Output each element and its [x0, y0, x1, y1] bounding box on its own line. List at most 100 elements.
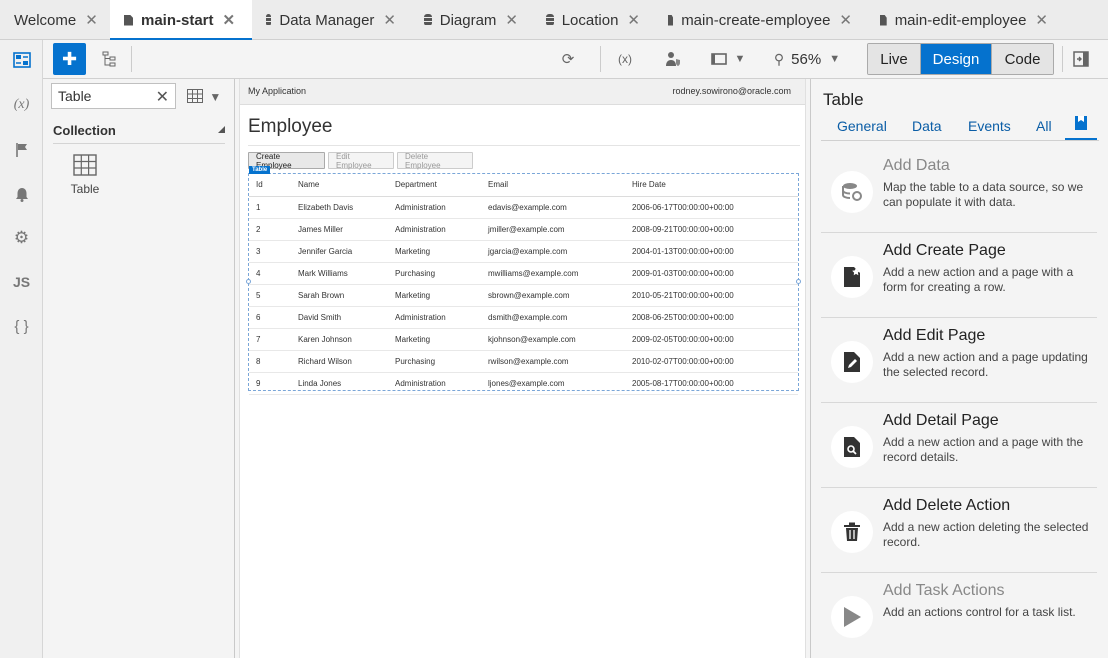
table-row[interactable]: 2 James Miller Administration jmiller@examp… [249, 218, 798, 241]
close-icon[interactable]: ✕ [383, 11, 396, 29]
page-title[interactable]: Employee [248, 116, 333, 138]
cell-email: rwilson@example.com [481, 350, 625, 373]
edit-page-icon [831, 341, 873, 383]
quick-start-add-detail-page[interactable]: Add Detail Page Add a new action and a p… [821, 403, 1097, 488]
rail-json[interactable]: { } [0, 311, 43, 341]
app-header: My Application rodney.sowirono@oracle.co… [240, 79, 805, 105]
prop-tab-general[interactable]: General [837, 118, 887, 134]
tree-structure-icon [102, 51, 116, 67]
table-row[interactable]: 8 Richard Wilson Purchasing rwilson@example… [249, 350, 798, 373]
tab-data-manager[interactable]: Data Manager ✕ [252, 0, 410, 40]
table-header-row: Id Name Department Email Hire Date [249, 174, 798, 197]
user-name: rodney.sowirono@oracle.com [672, 86, 791, 96]
clear-search-icon[interactable]: ✕ [156, 87, 169, 107]
quick-start-add-create-page[interactable]: Add Create Page Add a new action and a p… [821, 233, 1097, 318]
close-icon[interactable]: ✕ [839, 11, 852, 29]
cell-id: 4 [249, 262, 291, 285]
design-mode-button[interactable]: Design [921, 44, 992, 74]
rail-javascript[interactable]: JS [0, 267, 43, 297]
quick-start-add-delete-action[interactable]: Add Delete Action Add a new action delet… [821, 488, 1097, 573]
tab-label: main-start [141, 11, 214, 29]
prop-tab-data[interactable]: Data [912, 118, 942, 134]
table-row[interactable]: 5 Sarah Brown Marketing sbrown@example.com 2… [249, 284, 798, 307]
cell-name: Mark Williams [291, 262, 388, 285]
cell-hire-date: 2010-05-21T00:00:00+00:00 [625, 284, 798, 307]
tab-location[interactable]: Location ✕ [532, 0, 654, 40]
prop-tab-all[interactable]: All [1036, 118, 1052, 134]
table-row[interactable]: 6 David Smith Administration dsmith@example… [249, 306, 798, 329]
flag-icon [15, 143, 27, 157]
zoom-value: 56% [791, 50, 822, 68]
collapse-triangle-icon [218, 126, 225, 133]
close-icon[interactable]: ✕ [223, 11, 236, 29]
user-roles-button[interactable] [660, 43, 686, 75]
prop-tab-quick-start[interactable] [1065, 115, 1097, 141]
category-label: Collection [53, 123, 116, 138]
close-icon[interactable]: ✕ [85, 11, 98, 29]
rail-settings[interactable]: ⚙ [0, 223, 43, 253]
edit-employee-button[interactable]: Edit Employee [328, 152, 394, 170]
refresh-button[interactable]: ⟳ [555, 43, 581, 75]
table-row[interactable]: 9 Linda Jones Administration ljones@example… [249, 372, 798, 395]
quick-start-title: Add Create Page [883, 242, 1006, 259]
close-icon[interactable]: ✕ [505, 11, 518, 29]
rail-page-structure[interactable] [0, 45, 43, 75]
component-label: Table [70, 182, 100, 196]
palette-view-select[interactable]: ▼ [187, 89, 221, 106]
structure-toggle-button[interactable] [96, 43, 122, 75]
quick-start-add-edit-page[interactable]: Add Edit Page Add a new action and a pag… [821, 318, 1097, 403]
component-search: ✕ [51, 83, 176, 109]
page-icon [124, 14, 133, 26]
delete-employee-button[interactable]: Delete Employee [397, 152, 473, 170]
tab-welcome[interactable]: Welcome ✕ [0, 0, 110, 40]
cell-email: dsmith@example.com [481, 306, 625, 329]
column-header-name[interactable]: Name [291, 174, 388, 197]
monitor-icon [710, 53, 727, 65]
zoom-select[interactable]: ⚲ 56% ▼ [769, 43, 845, 75]
prop-tab-events[interactable]: Events [968, 118, 1011, 134]
cell-department: Administration [388, 218, 481, 241]
code-mode-button[interactable]: Code [992, 44, 1053, 74]
cell-name: Karen Johnson [291, 328, 388, 351]
column-header-email[interactable]: Email [481, 174, 625, 197]
tab-main-edit-employee[interactable]: main-edit-employee ✕ [866, 0, 1062, 40]
table-row[interactable]: 4 Mark Williams Purchasing mwilliams@exampl… [249, 262, 798, 285]
tab-main-create-employee[interactable]: main-create-employee ✕ [654, 0, 866, 40]
column-header-id[interactable]: Id [249, 174, 291, 197]
close-icon[interactable]: ✕ [1035, 11, 1048, 29]
components-toggle-button[interactable]: ✚ [53, 43, 86, 75]
variables-button[interactable]: (x) [612, 43, 638, 75]
quick-start-add-data[interactable]: Add Data Map the table to a data source,… [821, 148, 1097, 233]
column-header-department[interactable]: Department [388, 174, 481, 197]
cell-name: Linda Jones [291, 372, 388, 395]
rail-variables[interactable]: (x) [0, 90, 43, 120]
rail-events[interactable] [0, 179, 43, 209]
employee-table-selection[interactable]: Table Id Name Department Email Hire Date… [246, 166, 801, 395]
page-preview: My Application rodney.sowirono@oracle.co… [239, 79, 806, 658]
table-row[interactable]: 1 Elizabeth Davis Administration edavis@exa… [249, 196, 798, 219]
column-header-hire-date[interactable]: Hire Date [625, 174, 798, 197]
device-size-select[interactable]: ▼ [706, 43, 750, 75]
user-roles-icon [666, 52, 680, 66]
cell-email: kjohnson@example.com [481, 328, 625, 351]
toggle-properties-button[interactable] [1068, 43, 1094, 75]
component-table[interactable]: Table [65, 154, 105, 196]
live-mode-button[interactable]: Live [868, 44, 921, 74]
tab-main-start[interactable]: main-start ✕ [110, 0, 252, 41]
cell-department: Marketing [388, 240, 481, 263]
cell-department: Marketing [388, 284, 481, 307]
quick-start-icon [1075, 116, 1087, 130]
table-icon [73, 154, 97, 176]
component-search-input[interactable] [52, 84, 147, 108]
collection-category-header[interactable]: Collection [53, 123, 225, 144]
cell-email: edavis@example.com [481, 196, 625, 219]
quick-start-add-task-actions[interactable]: Add Task Actions Add an actions control … [821, 573, 1097, 658]
tab-diagram[interactable]: Diagram ✕ [410, 0, 532, 40]
close-icon[interactable]: ✕ [627, 11, 640, 29]
properties-panel: Table General Data Events All Add Data M… [810, 79, 1108, 658]
cell-hire-date: 2005-08-17T00:00:00+00:00 [625, 372, 798, 395]
table-row[interactable]: 3 Jennifer Garcia Marketing jgarcia@example… [249, 240, 798, 263]
cell-name: James Miller [291, 218, 388, 241]
table-row[interactable]: 7 Karen Johnson Marketing kjohnson@example.… [249, 328, 798, 351]
rail-flags[interactable] [0, 135, 43, 165]
